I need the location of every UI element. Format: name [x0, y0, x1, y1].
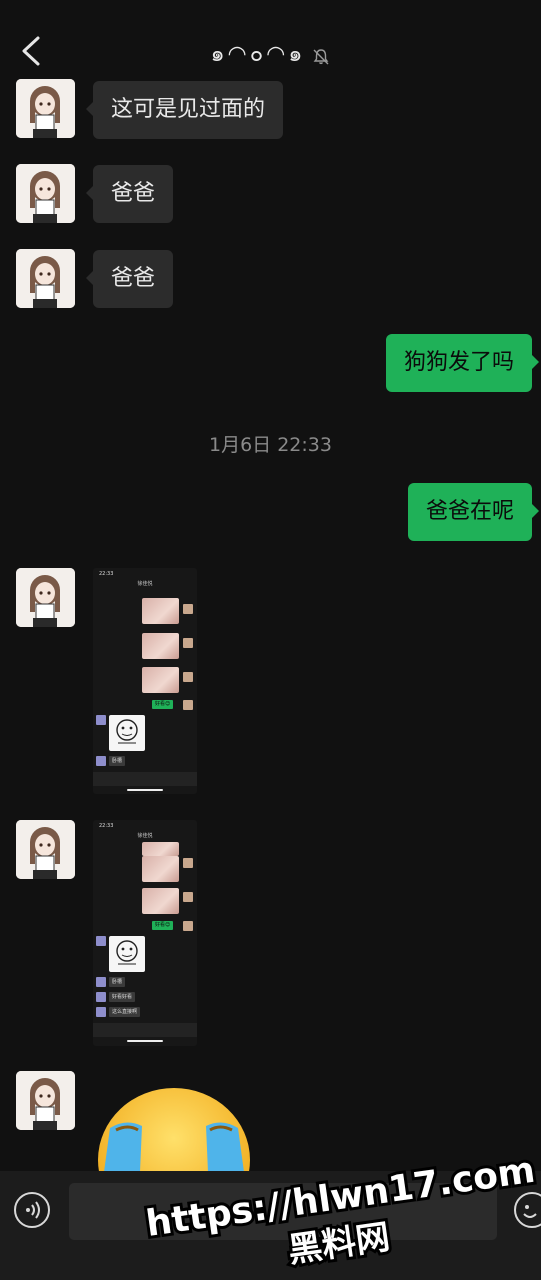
shot-text-message: 好看好看: [109, 992, 136, 1002]
message-bubble-incoming[interactable]: 爸爸: [85, 165, 174, 223]
shot-status-time: 22:33: [99, 571, 114, 577]
shot-avatar: [96, 936, 106, 946]
message-text: 这可是见过面的: [111, 97, 266, 122]
input-bar: [0, 1171, 541, 1280]
shot-photo: [142, 598, 179, 624]
shot-green-reply: 好看😊: [152, 921, 174, 930]
emoji-button[interactable]: [514, 1192, 541, 1228]
shot-input-bar: [93, 1023, 197, 1037]
shot-photo: [142, 633, 179, 659]
voice-input-button[interactable]: [14, 1192, 50, 1228]
message-bubble-incoming[interactable]: 这可是见过面的: [85, 81, 284, 139]
chat-title: ๑◠๐◠๑: [210, 42, 306, 67]
shot-text-message: 卧槽: [109, 756, 126, 766]
shot-avatar: [183, 892, 193, 902]
shot-text-message: 这么直接啊: [109, 1007, 141, 1017]
shot-avatar: [96, 1007, 106, 1017]
contact-avatar[interactable]: [16, 568, 75, 627]
shot-sticker: [109, 936, 145, 972]
contact-avatar[interactable]: [16, 79, 75, 138]
shot-green-reply: 好看😊: [152, 700, 174, 709]
shot-status-time: 22:33: [99, 823, 114, 829]
shot-photo: [142, 842, 179, 856]
chat-title-wrap: ๑◠๐◠๑: [0, 36, 541, 71]
crying-emoji-sticker[interactable]: [96, 1088, 252, 1172]
message-bubble-incoming[interactable]: 爸爸: [85, 250, 174, 308]
shot-text-message: 卧槽: [109, 977, 126, 987]
message-timestamp: 1月6日 22:33: [209, 434, 332, 456]
shot-avatar: [183, 921, 193, 931]
shot-avatar: [183, 700, 193, 710]
watermark: https://hlwn17.com 黑料网: [141, 1147, 541, 1274]
shot-sticker: [109, 715, 145, 751]
shot-photo: [142, 856, 179, 882]
shot-avatar: [183, 672, 193, 682]
message-text: 爸爸在呢: [425, 499, 514, 524]
shot-input-bar: [93, 772, 197, 786]
contact-avatar[interactable]: [16, 164, 75, 223]
shot-chat-title: 徐佳悦: [137, 833, 153, 839]
shot-chat-title: 徐佳悦: [137, 581, 153, 587]
image-message-screenshot[interactable]: 22:33 徐佳悦 好看😊 卧槽 好看好看 这么直接啊: [93, 820, 197, 1046]
smiley-icon: [523, 1205, 537, 1218]
image-message-screenshot[interactable]: 22:33 徐佳悦 好看😊 卧槽: [93, 568, 197, 794]
message-text: 爸爸: [111, 181, 156, 206]
shot-avatar: [183, 858, 193, 868]
shot-avatar: [183, 638, 193, 648]
message-bubble-outgoing[interactable]: 狗狗发了吗: [385, 334, 540, 392]
shot-home-indicator: [127, 1040, 163, 1042]
message-input[interactable]: [69, 1183, 497, 1240]
shot-avatar: [96, 977, 106, 987]
contact-avatar[interactable]: [16, 820, 75, 879]
shot-photo: [142, 667, 179, 693]
message-text: 爸爸: [111, 266, 156, 291]
contact-avatar[interactable]: [16, 1071, 75, 1130]
shot-avatar: [96, 756, 106, 766]
bell-slash-icon: [313, 48, 329, 64]
shot-photo: [142, 888, 179, 914]
shot-avatar: [96, 715, 106, 725]
message-bubble-outgoing[interactable]: 爸爸在呢: [407, 483, 540, 541]
contact-avatar[interactable]: [16, 249, 75, 308]
voice-icon: [26, 1201, 40, 1219]
shot-home-indicator: [127, 789, 163, 791]
shot-avatar: [183, 604, 193, 614]
message-text: 狗狗发了吗: [403, 350, 514, 375]
shot-avatar: [96, 992, 106, 1002]
